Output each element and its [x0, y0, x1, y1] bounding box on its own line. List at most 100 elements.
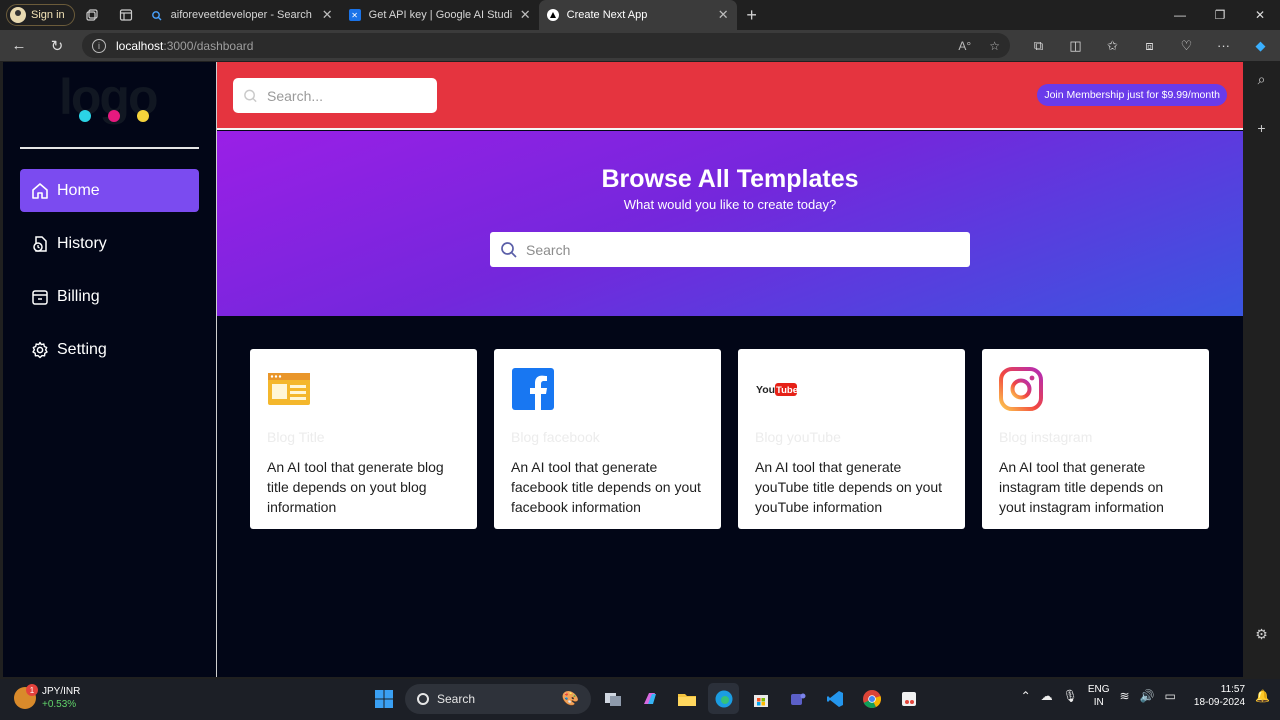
back-button[interactable]: ← — [0, 37, 38, 54]
sidebar-search-icon[interactable]: ⌕ — [1243, 71, 1280, 88]
window-controls: — ❐ ✕ — [1160, 8, 1280, 22]
refresh-button[interactable]: ↻ — [38, 37, 76, 55]
search-highlight-icon: 🎨 — [561, 690, 579, 706]
sidebar-item-label: Billing — [57, 287, 100, 305]
copilot-icon[interactable]: ◆ — [1242, 38, 1279, 54]
facebook-icon — [512, 368, 554, 410]
widget-title: JPY/INR — [42, 686, 81, 697]
microsoft-store-icon[interactable] — [745, 683, 776, 714]
search-icon — [244, 89, 257, 102]
tab-search[interactable]: aiforeveetdeveloper - Search ✕ — [143, 0, 341, 30]
template-search-box[interactable] — [490, 232, 970, 267]
url-bar[interactable]: i localhost :3000/dashboard A° ☆ — [82, 33, 1010, 58]
site-info-icon[interactable]: i — [92, 38, 106, 53]
split-screen-icon[interactable]: ◫ — [1057, 38, 1094, 54]
blog-icon — [268, 373, 310, 405]
task-view-icon[interactable] — [597, 683, 628, 714]
wifi-icon[interactable]: ≋ — [1120, 689, 1130, 703]
currency-widget-icon: 1 — [14, 684, 38, 709]
tab-title: Create Next App — [566, 9, 648, 21]
template-cards: Blog Title An AI tool that generate blog… — [250, 349, 1209, 529]
chrome-icon[interactable] — [856, 683, 887, 714]
card-description: An AI tool that generate facebook title … — [511, 459, 701, 515]
minimize-icon[interactable]: — — [1160, 8, 1200, 22]
top-bar: Join Membership just for $9.99/month — [217, 62, 1243, 130]
youtube-icon: You Tube — [756, 383, 798, 396]
vscode-icon[interactable] — [819, 683, 850, 714]
copilot-taskbar-icon[interactable] — [634, 683, 665, 714]
sidebar-divider — [20, 147, 199, 149]
sidebar-settings-icon[interactable]: ⚙ — [1243, 626, 1280, 643]
edge-sidebar: ⌕ + ⚙ — [1243, 61, 1280, 677]
file-explorer-icon[interactable] — [671, 683, 702, 714]
clock[interactable]: 11:57 18-09-2024 — [1194, 683, 1245, 709]
microphone-icon[interactable]: 🎙 — [1063, 689, 1078, 703]
card-title: Blog Title — [267, 429, 325, 445]
chevron-up-icon[interactable]: ⌃ — [1021, 689, 1031, 703]
browser-toolbar: ⧉ ◫ ✩ ⧈ ♡ ··· ◆ — [1020, 38, 1279, 54]
maximize-icon[interactable]: ❐ — [1200, 8, 1240, 22]
membership-badge[interactable]: Join Membership just for $9.99/month — [1037, 84, 1227, 106]
system-tray: ⌃ ☁ 🎙 ENG IN ≋ 🔊 ▭ 11:57 18-09-2024 🔔 — [1021, 683, 1270, 709]
sidebar-add-icon[interactable]: + — [1243, 120, 1280, 136]
edge-browser-icon[interactable] — [708, 683, 739, 714]
snipping-tool-icon[interactable] — [893, 683, 924, 714]
gear-icon — [32, 341, 48, 358]
card-title: Blog instagram — [999, 429, 1093, 445]
svg-text:Tube: Tube — [776, 385, 798, 396]
tab-actions-icon[interactable] — [109, 0, 143, 30]
sidebar-item-setting[interactable]: Setting — [20, 328, 199, 371]
cloud-icon[interactable]: ☁ — [1041, 689, 1053, 703]
windows-start-icon[interactable] — [368, 683, 399, 714]
sidebar-item-label: Setting — [57, 340, 107, 358]
hero-section: Browse All Templates What would you like… — [217, 131, 1243, 316]
sidebar-item-history[interactable]: History — [20, 222, 199, 265]
close-icon[interactable]: ✕ — [322, 7, 333, 23]
extensions-icon[interactable]: ⧉ — [1020, 38, 1057, 54]
language-indicator[interactable]: ENG IN — [1088, 683, 1110, 709]
browser-essentials-icon[interactable]: ♡ — [1168, 38, 1205, 54]
language-code: ENG — [1087, 684, 1110, 695]
profile-button[interactable]: Sign in — [6, 4, 75, 26]
template-card-blog-instagram[interactable]: Blog instagram An AI tool that generate … — [982, 349, 1209, 529]
template-search-input[interactable] — [526, 241, 956, 258]
tab-title: Get API key | Google AI Studio — [368, 9, 512, 21]
tab-google-ai-studio[interactable]: ✕ Get API key | Google AI Studio ✕ — [341, 0, 539, 30]
window-close-icon[interactable]: ✕ — [1240, 8, 1280, 22]
card-description: An AI tool that generate blog title depe… — [267, 459, 444, 515]
read-aloud-icon[interactable]: A° — [958, 39, 971, 53]
sidebar-item-billing[interactable]: Billing — [20, 275, 199, 318]
top-search-input[interactable] — [267, 87, 427, 104]
favorites-icon[interactable]: ✩ — [1094, 38, 1131, 54]
template-card-blog-youtube[interactable]: You Tube Blog youTube An AI tool that ge… — [738, 349, 965, 529]
workspaces-icon[interactable] — [75, 0, 109, 30]
taskbar-apps: Search 🎨 — [368, 683, 924, 714]
teams-icon[interactable] — [782, 683, 813, 714]
logo-dot — [79, 110, 91, 122]
volume-icon[interactable]: 🔊 — [1140, 689, 1155, 703]
top-search-box[interactable] — [233, 78, 437, 113]
address-bar-row: ← ↻ i localhost :3000/dashboard A° ☆ ⧉ ◫… — [0, 30, 1280, 61]
language-region: IN — [1093, 697, 1104, 708]
weather-widget[interactable]: 1 JPY/INR +0.53% — [14, 684, 81, 711]
more-options-icon[interactable]: ··· — [1205, 38, 1242, 54]
taskbar-search[interactable]: Search 🎨 — [405, 683, 591, 714]
favorite-star-icon[interactable]: ☆ — [989, 39, 1000, 53]
widget-change: +0.53% — [42, 699, 77, 710]
template-card-blog-title[interactable]: Blog Title An AI tool that generate blog… — [250, 349, 477, 529]
close-icon[interactable]: ✕ — [520, 7, 531, 23]
logo-dot — [108, 110, 120, 122]
battery-icon[interactable]: ▭ — [1165, 689, 1176, 703]
logo-dot — [137, 110, 149, 122]
collections-icon[interactable]: ⧈ — [1131, 38, 1168, 54]
new-tab-button[interactable]: + — [737, 5, 767, 26]
tab-create-next-app[interactable]: Create Next App ✕ — [538, 0, 737, 30]
close-icon[interactable]: ✕ — [718, 7, 729, 23]
taskbar: 1 JPY/INR +0.53% Search 🎨 ⌃ ☁ 🎙 ENG IN ≋… — [0, 679, 1280, 720]
sidebar-item-label: History — [57, 234, 107, 252]
card-title: Blog youTube — [755, 429, 841, 445]
sidebar-item-home[interactable]: Home — [20, 169, 199, 212]
page-title: Browse All Templates — [601, 165, 859, 193]
template-card-blog-facebook[interactable]: Blog facebook An AI tool that generate f… — [494, 349, 721, 529]
notification-bell-icon[interactable]: 🔔 — [1255, 689, 1270, 703]
